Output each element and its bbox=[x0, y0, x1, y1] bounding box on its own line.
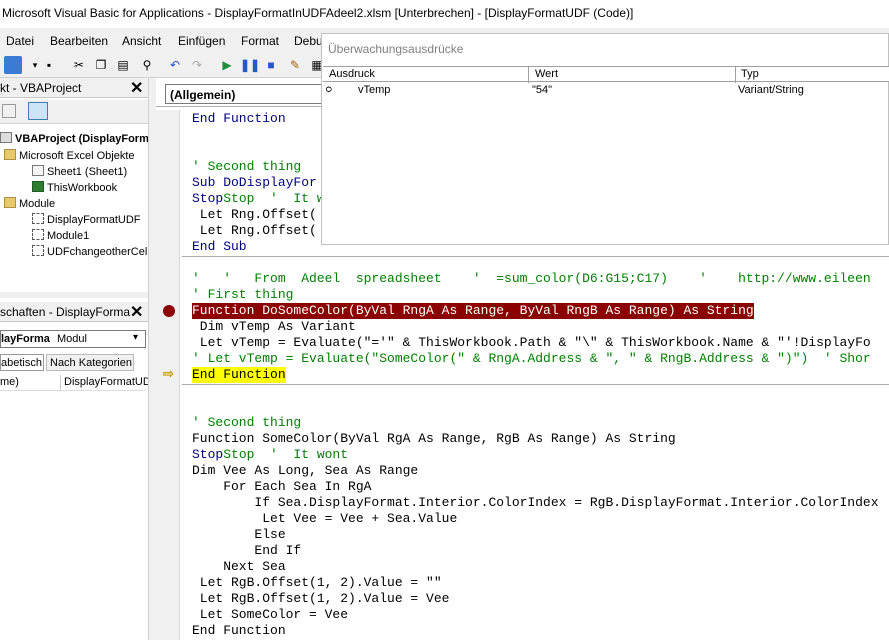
code-line[interactable]: Let vTemp = Evaluate("='" & ThisWorkbook… bbox=[192, 335, 871, 351]
code-line[interactable]: Let RgB.Offset(1, 2).Value = "" bbox=[192, 575, 442, 591]
code-line[interactable]: Sub DoDisplayFor bbox=[192, 175, 317, 191]
properties-title: schaften - DisplayForma bbox=[0, 305, 131, 319]
code-line[interactable]: If Sea.DisplayFormat.Interior.ColorIndex… bbox=[192, 495, 878, 511]
paste-icon[interactable]: ▤ bbox=[114, 56, 132, 74]
property-row-name[interactable]: me) DisplayFormatUD bbox=[0, 375, 151, 391]
chevron-down-icon: ▾ bbox=[133, 332, 139, 343]
code-line[interactable]: Dim Vee As Long, Sea As Range bbox=[192, 463, 418, 479]
title-bar: Microsoft Visual Basic for Applications … bbox=[0, 0, 889, 28]
watch-row[interactable]: ഠ vTemp "54" Variant/String bbox=[322, 82, 888, 98]
window-title: Microsoft Visual Basic for Applications … bbox=[2, 6, 634, 20]
folder-icon bbox=[4, 149, 16, 160]
code-line[interactable]: Next Sea bbox=[192, 559, 285, 575]
menu-debug[interactable]: Debu bbox=[294, 34, 323, 48]
vbaproject-icon bbox=[0, 132, 12, 143]
module-icon bbox=[32, 229, 44, 240]
code-line[interactable]: Let SomeColor = Vee bbox=[192, 607, 348, 623]
col-expression[interactable]: Ausdruck bbox=[329, 68, 375, 80]
left-pane: kt - VBAProject ✕ VBAProject (DisplayFor… bbox=[0, 78, 155, 640]
folder-icon bbox=[4, 197, 16, 208]
code-line[interactable]: ' Second thing bbox=[192, 415, 301, 431]
code-line[interactable]: End Function bbox=[192, 623, 286, 639]
col-value[interactable]: Wert bbox=[535, 68, 558, 80]
menu-ansicht[interactable]: Ansicht bbox=[122, 34, 161, 48]
code-line[interactable]: ' Second thing bbox=[192, 159, 301, 175]
run-icon[interactable]: ▶ bbox=[218, 56, 236, 74]
code-line-current[interactable]: End Function bbox=[192, 367, 286, 383]
module-icon bbox=[32, 213, 44, 224]
tree-folder-excel[interactable]: Microsoft Excel Objekte bbox=[4, 149, 135, 162]
code-line[interactable]: ' First thing bbox=[192, 287, 293, 303]
menu-bearbeiten[interactable]: Bearbeiten bbox=[50, 34, 108, 48]
code-line[interactable]: For Each Sea In RgA bbox=[192, 479, 371, 495]
watch-header: Ausdruck Wert Typ bbox=[323, 66, 889, 83]
find-icon[interactable]: ⚲ bbox=[138, 56, 156, 74]
object-combo[interactable]: (Allgemein) bbox=[165, 84, 335, 104]
watch-window[interactable]: Überwachungsausdrücke Ausdruck Wert Typ … bbox=[321, 33, 889, 245]
watch-window-title: Überwachungsausdrücke bbox=[328, 42, 464, 56]
col-type[interactable]: Typ bbox=[741, 68, 759, 80]
view-code-icon[interactable] bbox=[2, 104, 16, 118]
code-line[interactable]: ' Let vTemp = Evaluate("SomeColor(" & Rn… bbox=[192, 351, 871, 367]
excel-icon[interactable] bbox=[4, 56, 22, 74]
tree-item-sheet1[interactable]: Sheet1 (Sheet1) bbox=[32, 165, 127, 178]
workbook-icon bbox=[32, 181, 44, 192]
undo-icon[interactable]: ↶ bbox=[166, 56, 184, 74]
cut-icon[interactable]: ✂ bbox=[70, 56, 88, 74]
tree-item-thisworkbook[interactable]: ThisWorkbook bbox=[32, 181, 117, 194]
object-dropdown[interactable]: layForma Modul ▾ bbox=[0, 330, 146, 348]
design-icon[interactable]: ✎ bbox=[286, 56, 304, 74]
code-line[interactable]: Let Rng.Offset( bbox=[192, 223, 317, 239]
close-icon[interactable]: ✕ bbox=[130, 78, 143, 98]
code-line[interactable]: Dim vTemp As Variant bbox=[192, 319, 356, 335]
sheet-icon bbox=[32, 165, 44, 176]
copy-icon[interactable]: ❐ bbox=[92, 56, 110, 74]
tree-root[interactable]: VBAProject (DisplayForma bbox=[0, 132, 155, 145]
breakpoint-icon[interactable] bbox=[163, 305, 175, 317]
code-line[interactable]: End If bbox=[192, 543, 301, 559]
tree-folder-module[interactable]: Module bbox=[4, 197, 55, 210]
module-icon bbox=[32, 245, 44, 256]
reset-icon[interactable]: ■ bbox=[262, 56, 280, 74]
code-line[interactable]: Let Vee = Vee + Sea.Value bbox=[192, 511, 457, 527]
properties-header: schaften - DisplayForma ✕ bbox=[0, 302, 150, 322]
watch-glasses-icon: ഠ bbox=[325, 84, 332, 95]
project-explorer-header: kt - VBAProject ✕ bbox=[0, 78, 150, 98]
break-icon[interactable]: ❚❚ bbox=[240, 56, 260, 74]
menu-einfuegen[interactable]: Einfügen bbox=[178, 34, 225, 48]
code-line[interactable]: Else bbox=[192, 527, 285, 543]
code-line[interactable]: End Function bbox=[192, 111, 286, 127]
tab-alphabetic[interactable]: abetisch bbox=[0, 354, 44, 371]
tree-item-udfchangeothercell[interactable]: UDFchangeotherCell bbox=[32, 245, 150, 258]
menu-datei[interactable]: Datei bbox=[6, 34, 34, 48]
code-line[interactable]: Let Rng.Offset( bbox=[192, 207, 317, 223]
code-line[interactable]: Let RgB.Offset(1, 2).Value = Vee bbox=[192, 591, 450, 607]
code-line[interactable]: Function SomeColor(ByVal RgA As Range, R… bbox=[192, 431, 676, 447]
redo-icon[interactable]: ↷ bbox=[188, 56, 206, 74]
code-line[interactable]: End Sub bbox=[192, 239, 247, 255]
project-explorer-title: kt - VBAProject bbox=[0, 81, 82, 95]
tree-item-module1[interactable]: Module1 bbox=[32, 229, 89, 242]
toggle-folders-icon[interactable] bbox=[28, 102, 48, 120]
code-line-breakpoint[interactable]: Function DoSomeColor(ByVal RngA As Range… bbox=[192, 303, 754, 319]
execution-arrow-icon: ⇨ bbox=[163, 366, 174, 381]
project-toolbar bbox=[0, 100, 150, 124]
code-line[interactable]: StopStop ' It wont bbox=[192, 447, 348, 463]
code-line[interactable]: ' ' From Adeel spreadsheet ' =sum_color(… bbox=[192, 271, 871, 287]
tab-categories[interactable]: Nach Kategorien bbox=[46, 354, 134, 371]
tree-item-displayformatudf[interactable]: DisplayFormatUDF bbox=[32, 213, 141, 226]
close-icon[interactable]: ✕ bbox=[130, 302, 143, 322]
menu-format[interactable]: Format bbox=[241, 34, 279, 48]
pane-splitter[interactable] bbox=[148, 78, 156, 640]
save-icon[interactable]: ▪ bbox=[40, 56, 58, 74]
